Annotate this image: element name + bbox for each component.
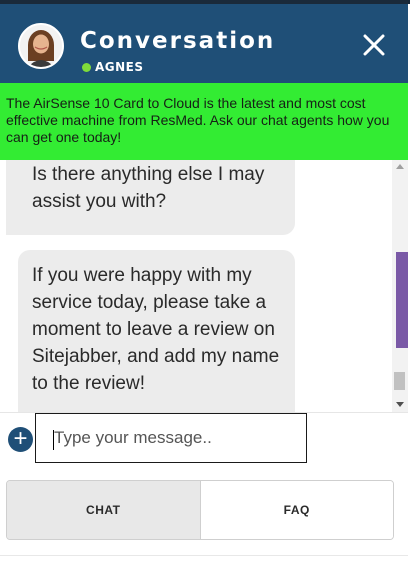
message-list: Is there anything else I may assist you … <box>0 160 408 412</box>
footer-divider <box>0 555 408 556</box>
agent-avatar <box>18 23 64 69</box>
close-button[interactable] <box>362 33 386 57</box>
tab-faq[interactable]: FAQ <box>200 481 393 539</box>
plus-icon: + <box>13 425 28 452</box>
close-icon <box>363 34 385 56</box>
scroll-up-icon[interactable] <box>396 164 404 169</box>
tab-chat[interactable]: CHAT <box>7 481 201 539</box>
chat-widget: Conversation AGNES The AirSense 10 Card … <box>0 4 408 566</box>
agent-message: Is there anything else I may assist you … <box>6 160 295 235</box>
scroll-thumb[interactable] <box>394 372 405 390</box>
conversation-title: Conversation <box>80 28 276 54</box>
agent-message: If you were happy with my service today,… <box>18 250 295 412</box>
message-input[interactable] <box>35 413 307 463</box>
online-status-dot <box>82 62 91 72</box>
add-attachment-button[interactable]: + <box>8 427 33 452</box>
scroll-down-icon[interactable] <box>396 402 404 407</box>
chat-header: Conversation AGNES <box>0 4 408 83</box>
agent-name: AGNES <box>95 60 144 74</box>
bottom-tabs: CHAT FAQ <box>6 480 394 540</box>
promo-banner: The AirSense 10 Card to Cloud is the lat… <box>0 83 408 160</box>
text-caret <box>53 430 54 450</box>
side-feedback-tab[interactable] <box>396 252 408 348</box>
agent-status: AGNES <box>82 60 144 74</box>
